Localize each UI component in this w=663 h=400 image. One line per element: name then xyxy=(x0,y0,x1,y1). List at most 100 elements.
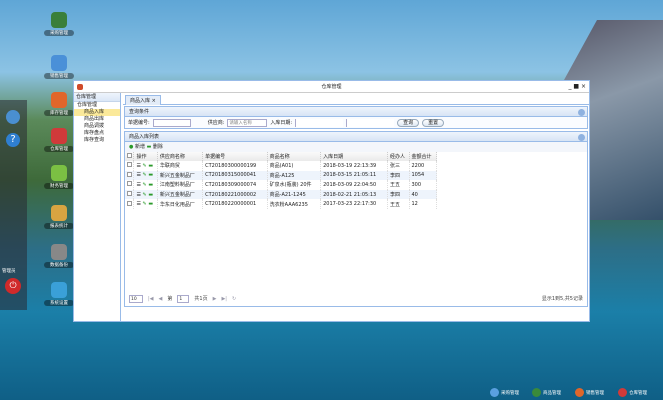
tree-item-transfer[interactable]: 商品调拨 xyxy=(74,123,120,130)
column-header[interactable]: 金额合计 xyxy=(409,152,437,161)
taskbar-item[interactable]: 采购管理 xyxy=(490,388,519,397)
supplier-input[interactable]: 请输入名称 xyxy=(227,118,268,127)
user-icon[interactable] xyxy=(6,110,20,124)
cell: CT20180309000074 xyxy=(202,180,268,190)
cell: CT20180220000001 xyxy=(202,199,268,209)
window-controls[interactable]: _ ■ × xyxy=(568,81,586,93)
desktop-icon-1[interactable]: 销售管理 xyxy=(44,55,74,79)
row-checkbox[interactable] xyxy=(127,200,132,206)
left-panel: ? 管理员 ⏻ xyxy=(0,100,27,310)
next-page-button[interactable]: ▶ xyxy=(213,296,217,302)
edit-icon[interactable]: ✎ xyxy=(143,163,147,169)
row-checkbox[interactable] xyxy=(127,191,132,197)
add-button[interactable]: ● 新增 xyxy=(129,144,145,150)
desktop-icon-0[interactable]: 采购管理 xyxy=(44,12,74,36)
date-label: 入库日期: xyxy=(270,120,293,126)
desktop-icon-label: 数据备份 xyxy=(44,262,74,268)
delete-button[interactable]: ▬ 删除 xyxy=(147,144,163,150)
date-to-input[interactable] xyxy=(346,118,395,127)
column-header[interactable]: 经办人 xyxy=(387,152,410,161)
taskbar-item[interactable]: 商品管理 xyxy=(532,388,561,397)
page-total: 共1页 xyxy=(194,296,208,302)
app-icon xyxy=(51,92,67,108)
detail-icon[interactable]: ☰ xyxy=(136,163,140,169)
page-size-select[interactable]: 10 xyxy=(129,294,143,303)
collapse-icon[interactable] xyxy=(578,134,585,141)
delete-icon[interactable]: ▬ xyxy=(148,172,153,178)
desktop-icon-6[interactable]: 数据备份 xyxy=(44,244,74,268)
desktop-icon-4[interactable]: 财务管理 xyxy=(44,165,74,189)
desktop-icon-7[interactable]: 系统设置 xyxy=(44,282,74,306)
taskbar-item[interactable]: 仓库管理 xyxy=(618,388,647,397)
detail-icon[interactable]: ☰ xyxy=(136,182,140,188)
column-header[interactable]: 入库日期 xyxy=(320,152,389,161)
table-row[interactable]: ☰ ✎ ▬ 新兴五金制品厂 CT20180221000002 商品-A21-1245 2… xyxy=(125,189,437,200)
detail-icon[interactable]: ☰ xyxy=(136,192,140,198)
prev-page-button[interactable]: ◀ xyxy=(159,296,163,302)
tree-item-outbound[interactable]: 商品出库 xyxy=(74,116,120,123)
cell: 王五 xyxy=(387,180,410,190)
tree-item-stocktake[interactable]: 库存盘点 xyxy=(74,130,120,137)
edit-icon[interactable]: ✎ xyxy=(143,192,147,198)
desktop-icon-2[interactable]: 库存管理 xyxy=(44,92,74,116)
edit-icon[interactable]: ✎ xyxy=(143,182,147,188)
cell: 李四 xyxy=(387,189,410,200)
app-window: 仓库管理 _ ■ × 仓库管理 仓库管理 商品入库 商品出库 商品调拨 库存盘点… xyxy=(73,80,590,322)
column-header[interactable]: 商品名称 xyxy=(267,152,322,161)
cell: 2200 xyxy=(409,161,437,171)
taskbar-item[interactable]: 销售管理 xyxy=(575,388,604,397)
delete-icon[interactable]: ▬ xyxy=(148,163,153,169)
doc-no-input[interactable] xyxy=(152,118,191,127)
delete-icon[interactable]: ▬ xyxy=(148,192,153,198)
taskbar-icon xyxy=(490,388,499,397)
delete-icon[interactable]: ▬ xyxy=(148,182,153,188)
user-name: 管理员 xyxy=(2,269,16,274)
cell: 张三 xyxy=(387,161,410,171)
desktop-icon-label: 销售管理 xyxy=(44,73,74,79)
select-all-checkbox[interactable] xyxy=(125,152,135,161)
desktop-icon-5[interactable]: 报表统计 xyxy=(44,205,74,229)
table-row[interactable]: ☰ ✎ ▬ 华东日化用品厂 CT20180220000001 洗衣粉AAA6235 20… xyxy=(125,199,437,209)
page-input[interactable]: 1 xyxy=(177,294,190,303)
tree-item-query[interactable]: 库存查询 xyxy=(74,137,120,144)
search-button[interactable]: 查询 xyxy=(397,118,420,127)
date-from-input[interactable] xyxy=(295,118,344,127)
tree-root[interactable]: 仓库管理 xyxy=(74,102,120,109)
first-page-button[interactable]: |◀ xyxy=(148,296,154,302)
refresh-icon[interactable]: ↻ xyxy=(232,296,236,302)
table-row[interactable]: ☰ ✎ ▬ 江南塑料制品厂 CT20180309000074 矿泉水(瓶装) 20件 2… xyxy=(125,180,437,190)
desktop-icon-label: 仓库管理 xyxy=(44,146,74,152)
table-row[interactable]: ☰ ✎ ▬ 华联商贸 CT20180300000199 商品(A01) 2018-03-… xyxy=(125,161,437,171)
cell: 王五 xyxy=(387,199,410,209)
last-page-button[interactable]: ▶| xyxy=(221,296,227,302)
tab-inbound[interactable]: 商品入库 × xyxy=(125,95,161,105)
edit-icon[interactable]: ✎ xyxy=(143,172,147,178)
cell: 洗衣粉AAA6235 xyxy=(267,199,322,209)
tree-item-inbound[interactable]: 商品入库 xyxy=(74,109,120,116)
query-panel-header: 查询条件 xyxy=(124,106,588,117)
reset-button[interactable]: 重置 xyxy=(422,118,445,127)
detail-icon[interactable]: ☰ xyxy=(136,172,140,178)
cell: 2018-03-15 21:05:11 xyxy=(320,170,389,181)
cell: 商品(A01) xyxy=(267,161,322,171)
detail-icon[interactable]: ☰ xyxy=(136,201,140,207)
power-button[interactable]: ⏻ xyxy=(5,278,21,294)
column-header[interactable]: 操作 xyxy=(133,152,158,161)
column-header[interactable]: 单据编号 xyxy=(202,152,268,161)
edit-icon[interactable]: ✎ xyxy=(143,201,147,207)
query-form: 单据编号: 供应商: 请输入名称 入库日期: 查询 重置 xyxy=(124,117,588,129)
row-checkbox[interactable] xyxy=(127,162,132,168)
table-row[interactable]: ☰ ✎ ▬ 新兴五金制品厂 CT20180315000041 商品-A125 2018-… xyxy=(125,170,437,181)
delete-icon[interactable]: ▬ xyxy=(148,201,153,207)
cell: 商品-A125 xyxy=(267,170,322,181)
list-title: 商品入库列表 xyxy=(129,134,160,140)
desktop-icon-3[interactable]: 仓库管理 xyxy=(44,128,74,152)
collapse-icon[interactable] xyxy=(578,109,585,116)
taskbar-label: 采购管理 xyxy=(501,390,519,396)
help-icon[interactable]: ? xyxy=(6,133,20,147)
column-header[interactable]: 供应商名称 xyxy=(157,152,204,161)
app-icon xyxy=(51,165,67,181)
row-checkbox[interactable] xyxy=(127,181,132,187)
cell: 2018-02-21 21:05:13 xyxy=(320,189,389,200)
row-checkbox[interactable] xyxy=(127,171,132,177)
